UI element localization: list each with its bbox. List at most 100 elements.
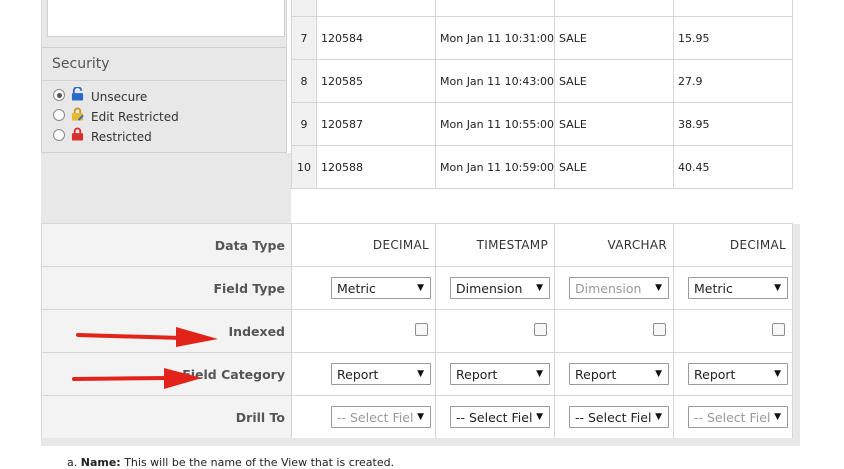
panel-background	[41, 438, 800, 446]
chevron-down-icon: ▼	[536, 412, 543, 422]
table-cell: SALE	[555, 103, 674, 146]
chevron-down-icon: ▼	[417, 412, 424, 422]
indexed-checkbox[interactable]	[653, 323, 666, 336]
table-cell: 38.95	[674, 103, 793, 146]
select-value: Report	[694, 366, 736, 382]
select-value: Dimension	[575, 280, 642, 296]
field-category-cell: Report ▼	[555, 353, 674, 396]
option-label-unsecure: Unsecure	[91, 90, 148, 104]
field-type-select[interactable]: Dimension ▼	[569, 277, 669, 299]
field-category-select[interactable]: Report ▼	[569, 363, 669, 385]
radio-edit-restricted[interactable]	[53, 109, 65, 121]
table-cell	[436, 0, 555, 17]
security-title: Security	[52, 56, 110, 72]
table-cell	[292, 0, 317, 17]
chevron-down-icon: ▼	[417, 283, 424, 293]
chevron-down-icon: ▼	[536, 369, 543, 379]
table-cell: Mon Jan 11 10:31:00 E	[436, 17, 555, 60]
table-cell: Mon Jan 11 10:43:00 E	[436, 60, 555, 103]
select-value: Dimension	[456, 280, 523, 296]
drill-to-select[interactable]: -- Select Fiel ▼	[450, 406, 550, 428]
select-value: -- Select Fiel	[694, 409, 771, 425]
label-data-type: Data Type	[41, 224, 291, 267]
table-cell	[317, 0, 436, 17]
indexed-cell	[292, 310, 436, 353]
row-number: 7	[292, 17, 317, 60]
drill-to-select[interactable]: -- Select Fiel ▼	[569, 406, 669, 428]
select-value: -- Select Fiel	[575, 409, 652, 425]
table-cell: 120584	[317, 17, 436, 60]
chevron-down-icon: ▼	[655, 283, 662, 293]
indexed-cell	[674, 310, 793, 353]
indexed-checkbox[interactable]	[534, 323, 547, 336]
chevron-down-icon: ▼	[417, 369, 424, 379]
row-number: 10	[292, 146, 317, 189]
footnote-prefix: a.	[67, 456, 78, 469]
option-label-restricted: Restricted	[91, 130, 152, 144]
footnote: a. Name: This will be the name of the Vi…	[67, 456, 394, 469]
field-type-select[interactable]: Metric ▼	[688, 277, 788, 299]
select-value: Report	[337, 366, 379, 382]
indexed-checkbox[interactable]	[415, 323, 428, 336]
field-type-cell: Metric ▼	[674, 267, 793, 310]
drill-to-cell: -- Select Fiel ▼	[555, 396, 674, 439]
label-field-type: Field Type	[41, 267, 291, 310]
footnote-text: This will be the name of the View that i…	[120, 456, 395, 469]
table-cell: SALE	[555, 60, 674, 103]
table-cell: 15.95	[674, 17, 793, 60]
table-cell	[674, 0, 793, 17]
select-value: Metric	[694, 280, 733, 296]
field-category-cell: Report ▼	[674, 353, 793, 396]
security-divider	[42, 80, 286, 81]
chevron-down-icon: ▼	[655, 369, 662, 379]
drill-to-select[interactable]: -- Select Fiel ▼	[331, 406, 431, 428]
unlock-icon	[71, 87, 84, 101]
chevron-down-icon: ▼	[774, 283, 781, 293]
field-type-cell: Dimension ▼	[555, 267, 674, 310]
field-category-cell: Report ▼	[292, 353, 436, 396]
chevron-down-icon: ▼	[536, 283, 543, 293]
field-category-select[interactable]: Report ▼	[450, 363, 550, 385]
table-cell: 120585	[317, 60, 436, 103]
select-value: Report	[456, 366, 498, 382]
select-value: -- Select Fiel	[337, 409, 414, 425]
data-type-cell: DECIMAL	[292, 224, 436, 267]
field-category-select[interactable]: Report ▼	[688, 363, 788, 385]
panel-background	[793, 224, 800, 446]
data-type-cell: DECIMAL	[674, 224, 793, 267]
table-cell: 40.45	[674, 146, 793, 189]
field-category-select[interactable]: Report ▼	[331, 363, 431, 385]
chevron-down-icon: ▼	[774, 412, 781, 422]
table-cell: SALE	[555, 146, 674, 189]
select-value: -- Select Fiel	[456, 409, 533, 425]
data-type-cell: VARCHAR	[555, 224, 674, 267]
description-textarea[interactable]	[47, 0, 285, 37]
row-number: 8	[292, 60, 317, 103]
table-cell: Mon Jan 11 10:55:00 E	[436, 103, 555, 146]
table-cell: 120588	[317, 146, 436, 189]
drill-to-cell: -- Select Fiel ▼	[436, 396, 555, 439]
field-type-select[interactable]: Metric ▼	[331, 277, 431, 299]
lock-edit-icon	[71, 107, 84, 121]
radio-restricted[interactable]	[53, 129, 65, 141]
indexed-checkbox[interactable]	[772, 323, 785, 336]
red-arrow-icon	[76, 327, 218, 347]
table-cell: 27.9	[674, 60, 793, 103]
chevron-down-icon: ▼	[655, 412, 662, 422]
row-number: 9	[292, 103, 317, 146]
data-type-cell: TIMESTAMP	[436, 224, 555, 267]
table-cell: Mon Jan 11 10:59:00 E	[436, 146, 555, 189]
field-type-cell: Metric ▼	[292, 267, 436, 310]
label-drill-to: Drill To	[41, 396, 291, 439]
red-arrow-icon	[72, 368, 202, 389]
field-type-select[interactable]: Dimension ▼	[450, 277, 550, 299]
select-value: Report	[575, 366, 617, 382]
drill-to-cell: -- Select Fiel ▼	[292, 396, 436, 439]
drill-to-cell: -- Select Fiel ▼	[674, 396, 793, 439]
field-category-cell: Report ▼	[436, 353, 555, 396]
radio-unsecure[interactable]	[53, 89, 65, 101]
field-type-cell: Dimension ▼	[436, 267, 555, 310]
table-cell	[555, 0, 674, 17]
drill-to-select[interactable]: -- Select Fiel ▼	[688, 406, 788, 428]
indexed-cell	[436, 310, 555, 353]
